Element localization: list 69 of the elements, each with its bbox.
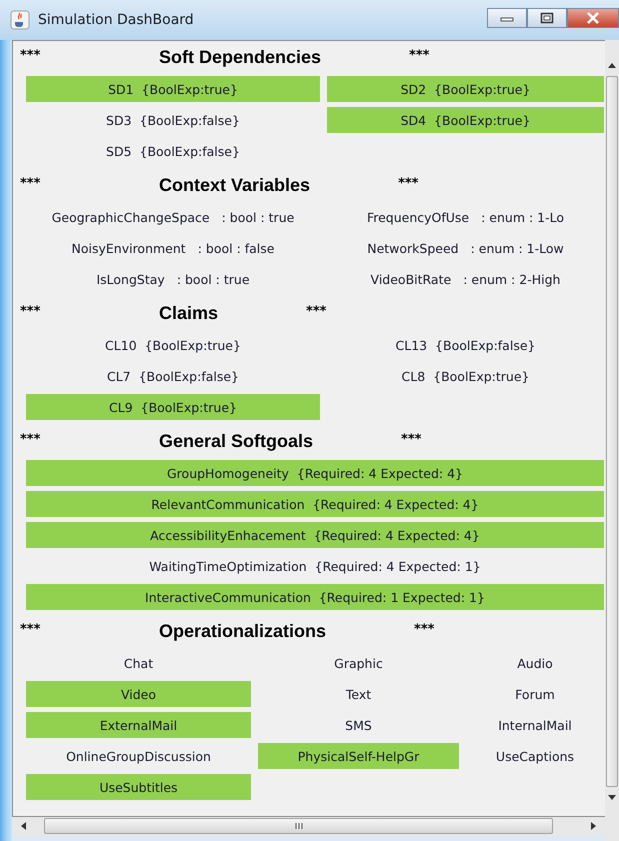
vertical-scrollbar[interactable] <box>605 40 619 841</box>
section-title: Soft Dependencies <box>159 46 322 68</box>
status-cell-text: CL8 {BoolExp:true} <box>400 368 530 386</box>
variable-name: IsLongStay <box>96 272 165 286</box>
variable-name: NetworkSpeed <box>367 240 459 256</box>
asterisk-marker: *** <box>409 48 430 63</box>
variable-value: : enum : 1-Low <box>470 240 564 256</box>
asterisk-marker: *** <box>20 432 42 447</box>
variable-name: FrequencyOfUse <box>366 210 470 224</box>
horizontal-scrollbar[interactable] <box>12 817 605 841</box>
section-title: Operationalizations <box>159 620 326 642</box>
variable-value: : bool : true <box>222 210 294 224</box>
status-cell-text: CL7 {BoolExp:false} <box>106 368 240 386</box>
status-cell-text: Text <box>344 686 372 704</box>
close-button[interactable] <box>567 8 619 28</box>
status-cell-text: Graphic <box>333 654 384 673</box>
status-cell: CL9 {BoolExp:true} <box>26 394 320 420</box>
asterisk-marker: *** <box>401 432 422 447</box>
variable-name: VideoBitRate <box>370 272 452 286</box>
asterisk-marker: *** <box>20 176 42 191</box>
asterisk-marker: *** <box>398 176 418 191</box>
minimize-button[interactable] <box>487 8 527 28</box>
section-title: Claims <box>159 302 218 324</box>
asterisk-marker: *** <box>20 304 42 319</box>
asterisk-marker: *** <box>414 622 434 637</box>
status-cell: SD2 {BoolExp:true} <box>327 76 604 102</box>
maximize-button[interactable] <box>527 8 567 28</box>
scroll-left-icon[interactable] <box>20 822 28 830</box>
status-cell-text: InternalMail <box>497 716 573 734</box>
cup-icon <box>10 10 30 30</box>
section-title: Context Variables <box>159 174 310 196</box>
grip-icon <box>294 823 304 829</box>
window-title: Simulation DashBoard <box>38 12 194 28</box>
status-cell-text: SMS <box>344 716 373 734</box>
status-cell-text: CL10 {BoolExp:true} <box>104 336 242 355</box>
variable-value: : bool : false <box>198 240 274 256</box>
status-cell-text: UseCaptions <box>494 748 576 766</box>
scroll-down-icon[interactable] <box>608 793 616 801</box>
status-cell: ExternalMail <box>26 712 251 738</box>
status-cell-text: OnlineGroupDiscussion <box>65 748 212 766</box>
status-cell-text: WaitingTimeOptimization {Required: 4 Expected: 1} <box>148 558 482 576</box>
status-cell: InteractiveCommunication {Required: 1 Expected: 1} <box>26 584 604 610</box>
scroll-up-icon[interactable] <box>608 62 616 70</box>
scroll-right-icon[interactable] <box>589 822 597 830</box>
variable-value: : bool : true <box>176 272 250 286</box>
status-cell-text: Forum <box>514 686 556 704</box>
close-icon <box>586 12 600 24</box>
status-cell-text: CL13 {BoolExp:false} <box>394 336 536 355</box>
variable-name: GeographicChangeSpace <box>52 210 210 224</box>
status-cell: PhysicalSelf-HelpGr <box>258 743 459 769</box>
status-cell-text: SD5 {BoolExp:false} <box>105 142 241 161</box>
asterisk-marker: *** <box>306 304 326 319</box>
status-cell-text: Chat <box>122 654 154 672</box>
section-title: General Softgoals <box>159 430 314 452</box>
status-cell: AccessibilityEnhacement {Required: 4 Expected: 4} <box>26 522 604 548</box>
status-cell: UseSubtitles <box>26 774 251 800</box>
status-cell-text: Audio <box>516 654 554 672</box>
status-cell: SD1 {BoolExp:true} <box>26 76 320 102</box>
status-cell: GroupHomogeneity {Required: 4 Expected: 4} <box>26 460 604 486</box>
maximize-icon <box>540 12 554 24</box>
variable-value: : enum : 2-High <box>463 272 560 286</box>
variable-name: NoisyEnvironment <box>72 240 186 256</box>
status-cell: Video <box>26 681 251 707</box>
asterisk-marker: *** <box>20 48 42 63</box>
asterisk-marker: *** <box>20 622 42 637</box>
status-cell: RelevantCommunication {Required: 4 Expected: 4} <box>26 491 604 517</box>
status-cell: SD4 {BoolExp:true} <box>327 107 604 133</box>
status-cell-text: SD3 {BoolExp:false} <box>105 112 241 130</box>
variable-value: : enum : 1-Lo <box>481 210 564 224</box>
